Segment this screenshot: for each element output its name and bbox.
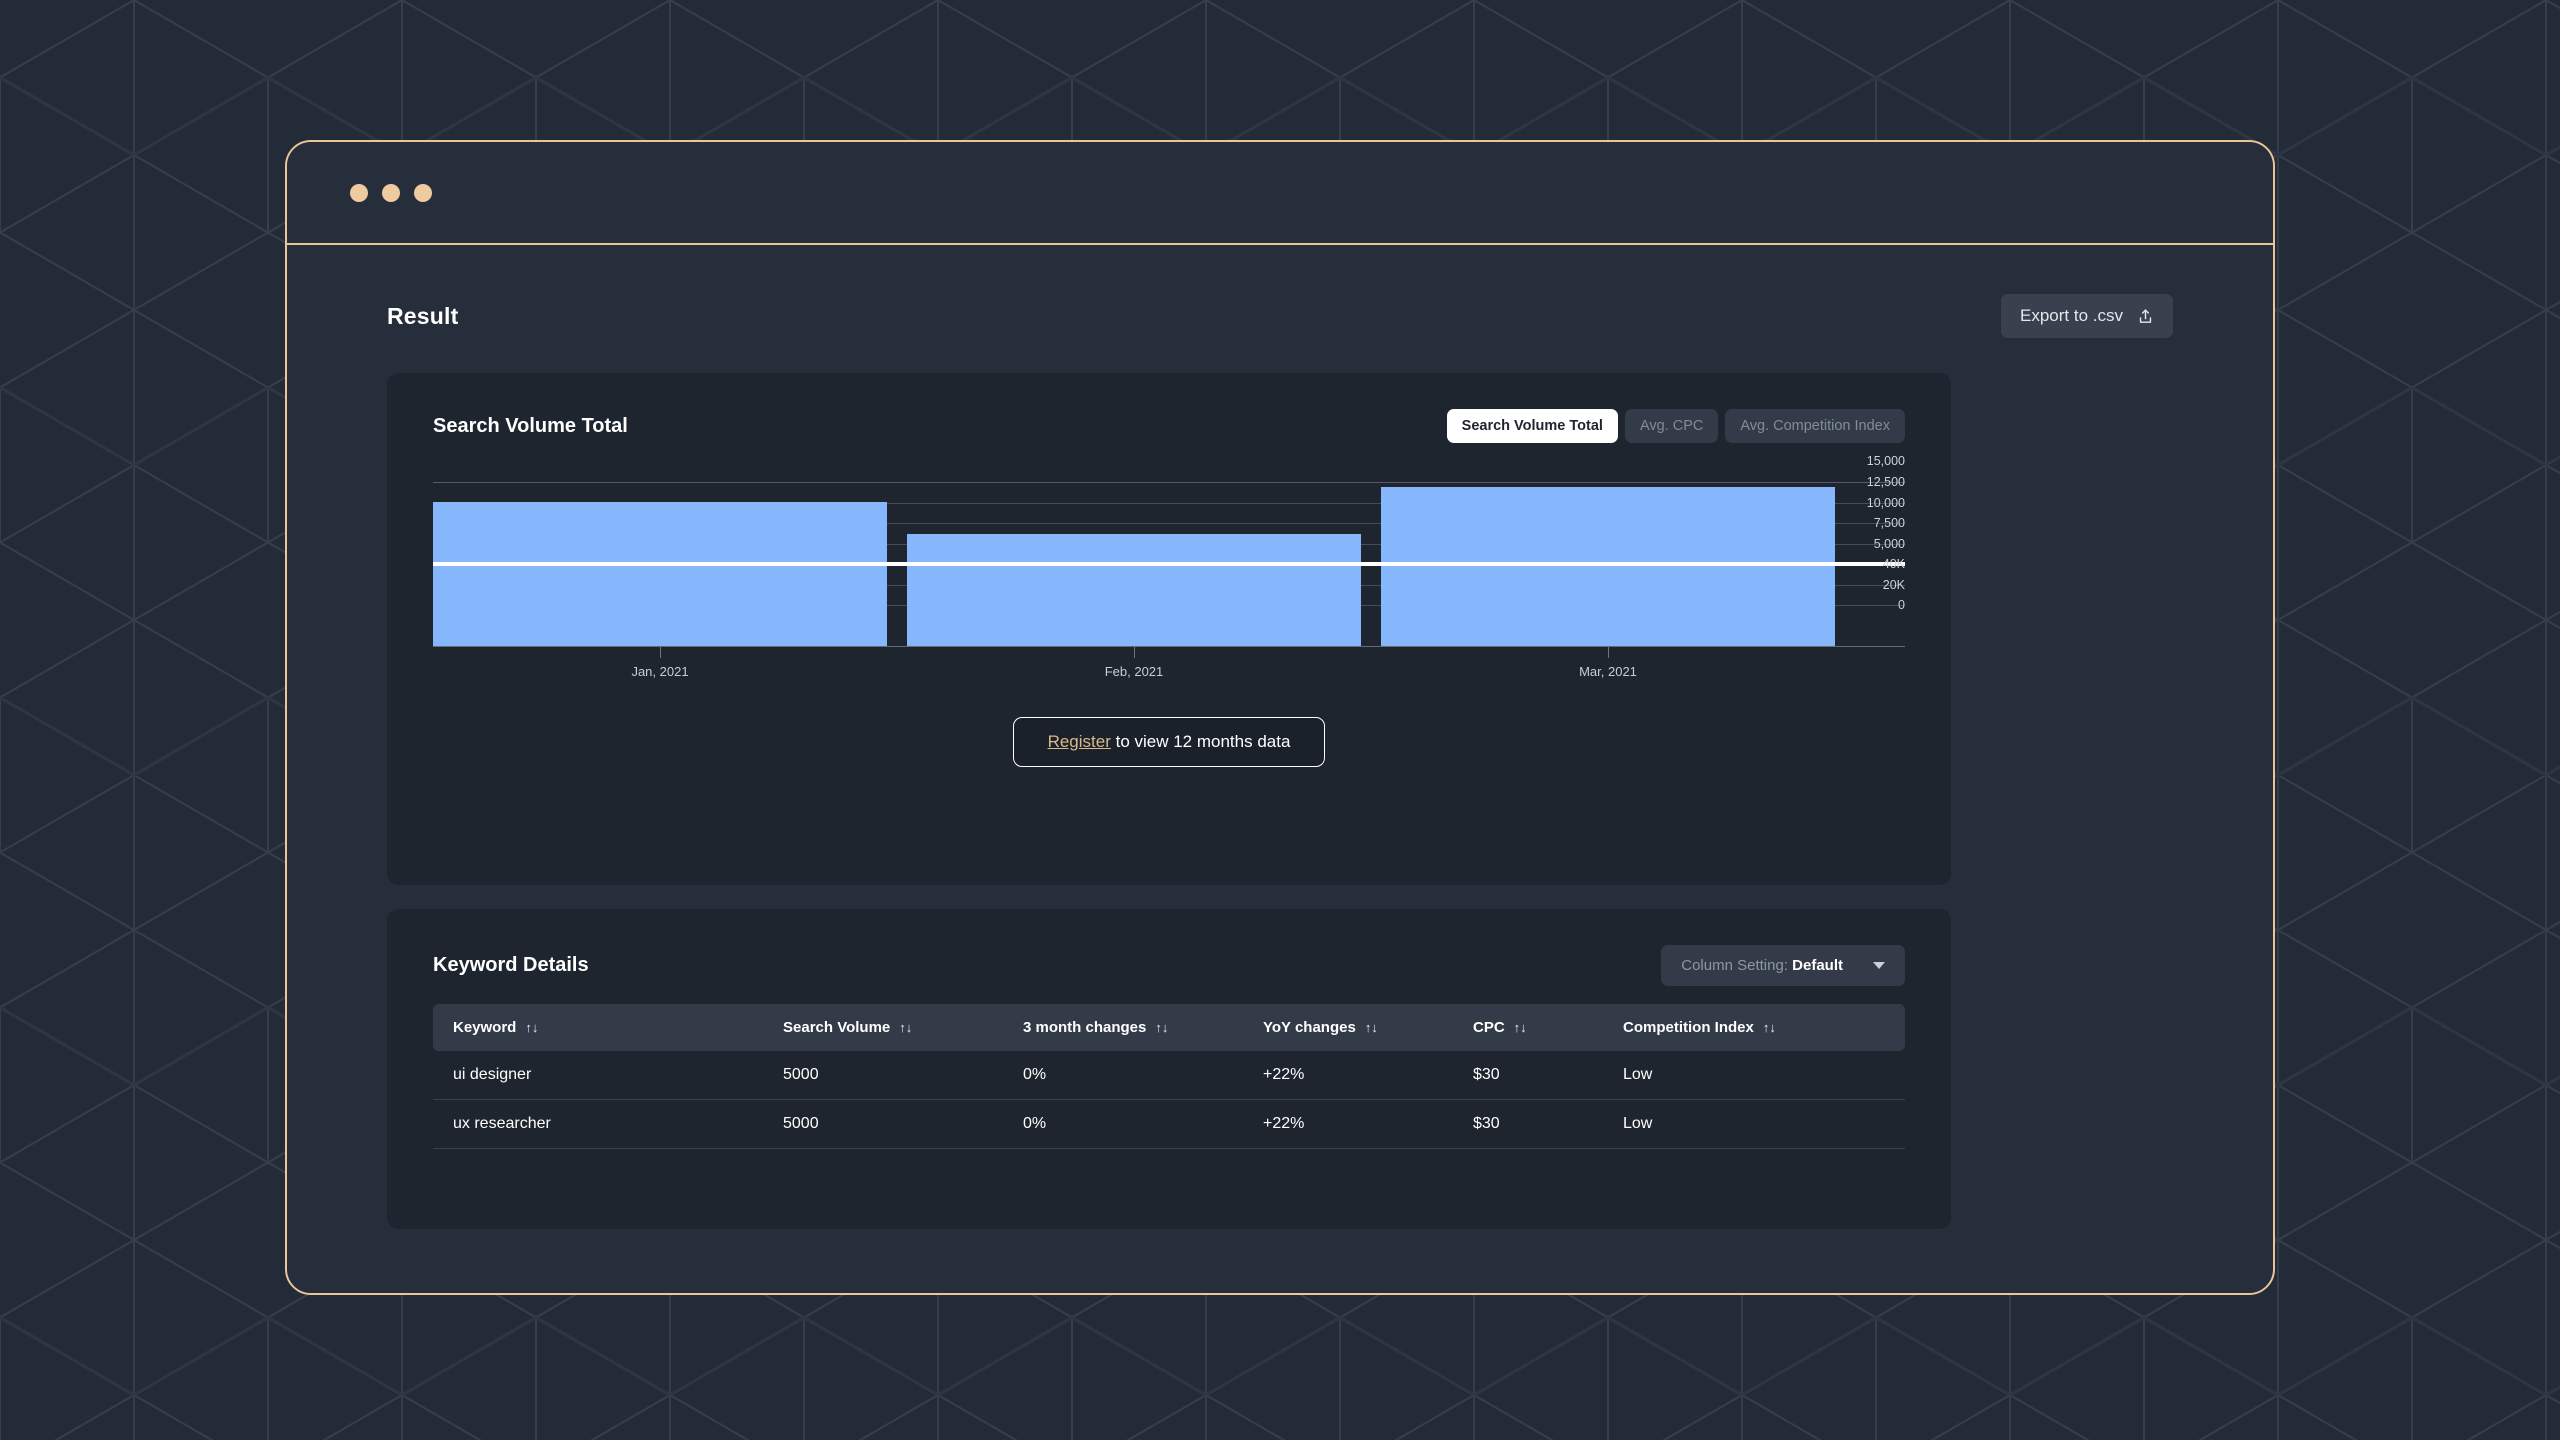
column-setting-label: Column Setting: (1681, 957, 1788, 974)
x-tick-label: Mar, 2021 (1579, 664, 1637, 679)
sort-icon[interactable]: ↑↓ (1155, 1020, 1168, 1035)
column-header-yoy-changes[interactable]: YoY changes ↑↓ (1243, 1004, 1453, 1051)
cell-3-month-changes: 0% (1003, 1099, 1243, 1149)
result-header: Result Export to .csv (387, 293, 2173, 339)
metric-toggle-group[interactable]: Search Volume Total Avg. CPC Avg. Compet… (1446, 409, 1905, 443)
keyword-details-card: Keyword Details Column Setting: Default … (387, 909, 1951, 1229)
cell-search-volume: 5000 (763, 1051, 1003, 1100)
y-tick-label: 7,500 (1873, 516, 1905, 530)
x-tick-label: Jan, 2021 (631, 664, 689, 679)
bar-chart: 15,000 12,500 10,000 7,500 5,000 40K 20K… (433, 454, 1905, 647)
column-header-search-volume[interactable]: Search Volume ↑↓ (763, 1004, 1003, 1051)
cell-competition-index: Low (1603, 1099, 1905, 1149)
sort-icon[interactable]: ↑↓ (525, 1020, 538, 1035)
x-axis: Jan, 2021 Feb, 2021 Mar, 2021 (433, 647, 1815, 687)
window-dot-maximize[interactable] (414, 183, 432, 202)
y-tick-label: 40K (1882, 557, 1905, 571)
column-setting-value: Default (1792, 957, 1843, 974)
browser-window: Result Export to .csv Search Volume Tota… (285, 140, 2275, 1295)
column-header-label: Search Volume (783, 1019, 891, 1036)
table-row[interactable]: ux researcher 5000 0% +22% $30 Low (433, 1099, 1905, 1149)
column-header-label: YoY changes (1263, 1019, 1356, 1036)
chart-card: Search Volume Total Search Volume Total … (387, 373, 1951, 885)
page-viewport: Result Export to .csv Search Volume Tota… (287, 245, 2273, 1293)
column-header-cpc[interactable]: CPC ↑↓ (1453, 1004, 1603, 1051)
sort-icon[interactable]: ↑↓ (1514, 1020, 1527, 1035)
upload-icon (2139, 308, 2152, 323)
page-title: Result (387, 302, 459, 329)
table-row[interactable]: ui designer 5000 0% +22% $30 Low (433, 1051, 1905, 1100)
bar-feb-2021[interactable] (907, 534, 1361, 647)
metric-tab-search-volume-total[interactable]: Search Volume Total (1446, 409, 1618, 443)
cell-3-month-changes: 0% (1003, 1051, 1243, 1100)
register-banner[interactable]: Register to view 12 months data (1012, 717, 1326, 767)
register-banner-wrap: Register to view 12 months data (433, 717, 1905, 767)
keyword-details-table: Keyword ↑↓ Search Volume ↑↓ 3 month change… (433, 1004, 1905, 1149)
cell-yoy-changes: +22% (1243, 1099, 1453, 1149)
chart-title: Search Volume Total (433, 414, 628, 437)
window-dot-close[interactable] (350, 183, 368, 202)
chevron-down-icon (1873, 962, 1885, 969)
export-to-csv-button[interactable]: Export to .csv (2001, 294, 2173, 338)
column-header-competition-index[interactable]: Competition Index ↑↓ (1603, 1004, 1905, 1051)
y-tick-label: 15,000 (1866, 454, 1905, 468)
threshold-line (433, 562, 1905, 566)
keyword-details-header: Keyword Details Column Setting: Default (433, 945, 1905, 986)
window-titlebar (287, 142, 2273, 245)
window-dot-minimize[interactable] (382, 183, 400, 202)
metric-tab-avg-competition-index[interactable]: Avg. Competition Index (1725, 409, 1905, 443)
column-header-keyword[interactable]: Keyword ↑↓ (433, 1004, 763, 1051)
y-tick-label: 0 (1898, 598, 1905, 612)
y-tick-label: 10,000 (1866, 495, 1905, 510)
column-setting-dropdown[interactable]: Column Setting: Default (1661, 945, 1905, 986)
column-header-label: Keyword (453, 1019, 517, 1036)
metric-tab-avg-cpc[interactable]: Avg. CPC (1624, 409, 1719, 443)
x-tick (660, 647, 661, 658)
x-axis-line (433, 646, 1905, 647)
cell-competition-index: Low (1603, 1051, 1905, 1100)
cell-keyword: ui designer (433, 1051, 763, 1100)
cell-yoy-changes: +22% (1243, 1051, 1453, 1100)
column-header-label: Competition Index (1623, 1019, 1754, 1036)
cell-keyword: ux researcher (433, 1099, 763, 1149)
sort-icon[interactable]: ↑↓ (1763, 1020, 1776, 1035)
y-tick-label: 20K (1882, 577, 1905, 592)
column-header-label: 3 month changes (1023, 1019, 1147, 1036)
x-tick (1134, 647, 1135, 658)
column-header-3-month-changes[interactable]: 3 month changes ↑↓ (1003, 1004, 1243, 1051)
gridline (433, 482, 1905, 483)
column-header-label: CPC (1473, 1019, 1505, 1036)
y-tick-label: 5,000 (1873, 536, 1905, 551)
chart-card-header: Search Volume Total Search Volume Total … (433, 409, 1905, 443)
x-tick-label: Feb, 2021 (1104, 664, 1164, 679)
cell-cpc: $30 (1453, 1099, 1603, 1149)
export-button-label: Export to .csv (2020, 306, 2123, 325)
bar-mar-2021[interactable] (1381, 487, 1835, 647)
sort-icon[interactable]: ↑↓ (899, 1020, 912, 1035)
column-setting-text: Column Setting: Default (1681, 957, 1843, 974)
keyword-details-title: Keyword Details (433, 954, 589, 976)
sort-icon[interactable]: ↑↓ (1365, 1020, 1378, 1035)
register-banner-text: to view 12 months data (1110, 732, 1291, 751)
table-header-row: Keyword ↑↓ Search Volume ↑↓ 3 month change… (433, 1004, 1905, 1051)
bar-jan-2021[interactable] (433, 502, 887, 647)
x-tick (1608, 647, 1609, 658)
y-tick-label: 12,500 (1866, 475, 1905, 489)
cell-cpc: $30 (1453, 1051, 1603, 1100)
register-link[interactable]: Register (1048, 732, 1111, 751)
cell-search-volume: 5000 (763, 1099, 1003, 1149)
